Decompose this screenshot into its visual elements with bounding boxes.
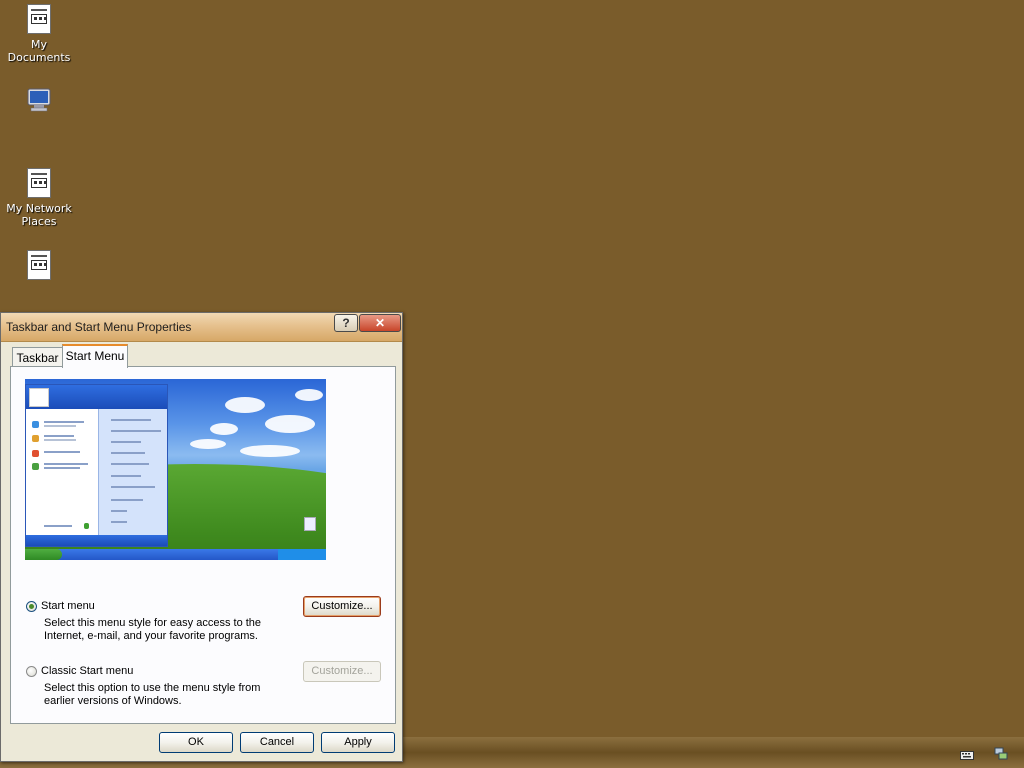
ok-button[interactable]: OK (159, 732, 233, 753)
desktop-icon-document[interactable] (0, 250, 78, 284)
cancel-button[interactable]: Cancel (240, 732, 314, 753)
document-icon (26, 250, 52, 280)
start-menu-option-description: Select this menu style for easy access t… (44, 617, 262, 642)
computer-icon (26, 86, 52, 116)
network-icon[interactable] (994, 746, 1008, 760)
classic-start-menu-radio[interactable] (26, 666, 37, 677)
desktop-icon-my-computer[interactable] (0, 86, 78, 120)
desktop-icon-label: My Documents (7, 38, 71, 64)
help-button[interactable]: ? (334, 314, 358, 332)
start-menu-radio[interactable] (26, 601, 37, 612)
keyboard-icon[interactable] (960, 746, 974, 760)
tab-start-menu[interactable]: Start Menu (62, 344, 128, 368)
close-button[interactable]: ✕ (359, 314, 401, 332)
taskbar-start-menu-properties-dialog: Taskbar and Start Menu Properties ? ✕ Ta… (0, 312, 403, 762)
start-menu-preview (25, 379, 326, 560)
start-menu-option-label[interactable]: Start menu (41, 600, 95, 612)
classic-start-menu-option-label[interactable]: Classic Start menu (41, 665, 133, 677)
desktop-icon-my-documents[interactable]: My Documents (0, 4, 78, 64)
customize-classic-start-menu-button: Customize... (303, 661, 381, 682)
system-tray (934, 737, 1024, 768)
desktop: My Documents My Network Places Taskbar a… (0, 0, 1024, 768)
preview-start-menu (25, 384, 168, 547)
apply-button[interactable]: Apply (321, 732, 395, 753)
dialog-title: Taskbar and Start Menu Properties (6, 320, 192, 334)
desktop-icon-my-network-places[interactable]: My Network Places (0, 168, 78, 228)
document-icon (26, 168, 52, 198)
recycle-bin-icon (304, 517, 316, 531)
document-icon (26, 4, 52, 34)
tab-panel-start-menu: Start menu Select this menu style for ea… (10, 366, 396, 724)
close-icon: ✕ (374, 316, 386, 330)
classic-start-menu-option-description: Select this option to use the menu style… (44, 682, 261, 707)
title-bar[interactable]: Taskbar and Start Menu Properties ? ✕ (1, 313, 402, 342)
tab-taskbar[interactable]: Taskbar (12, 347, 63, 367)
desktop-icon-label: My Network Places (6, 202, 72, 228)
help-icon: ? (342, 316, 350, 330)
customize-start-menu-button[interactable]: Customize... (303, 596, 381, 617)
